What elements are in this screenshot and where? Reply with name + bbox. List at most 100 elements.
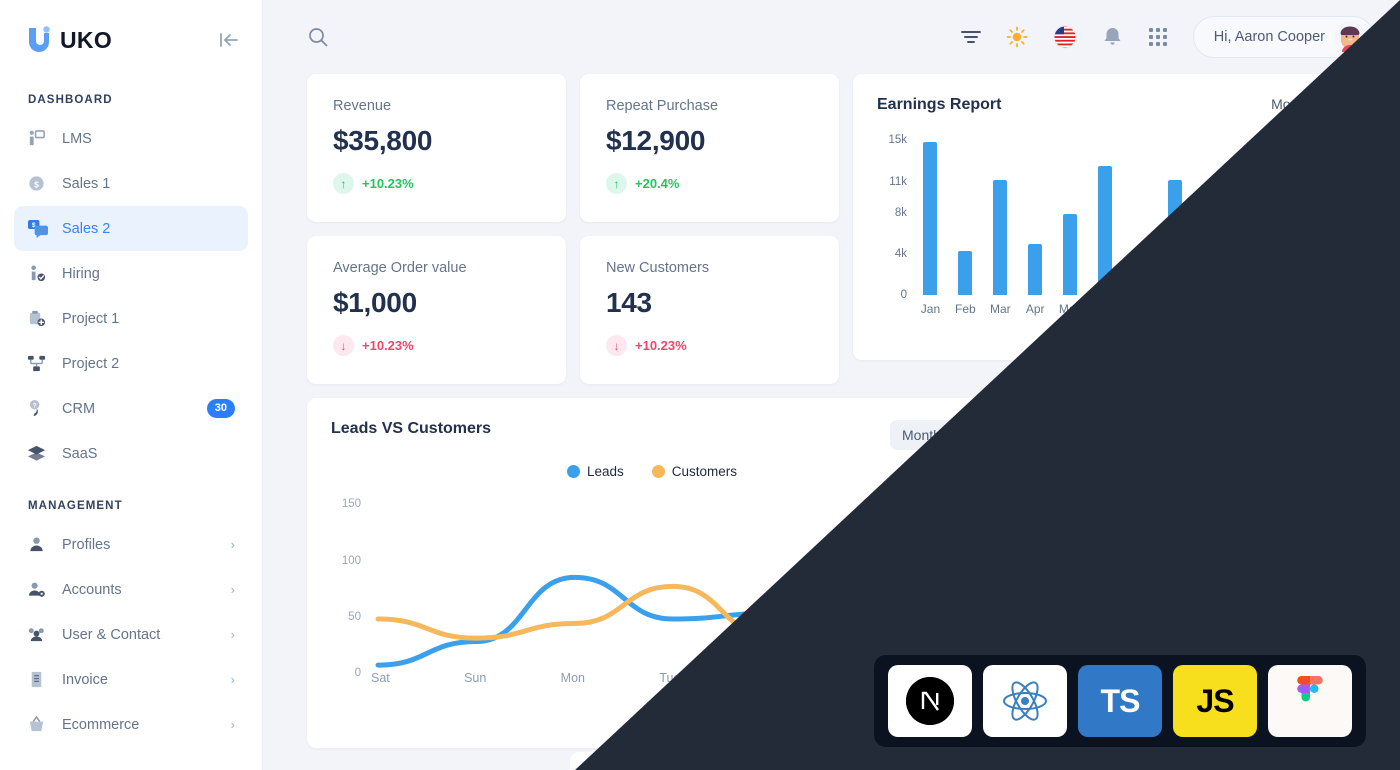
online-status-dot	[1355, 42, 1366, 53]
bar-chart-x-axis: Jan Feb Mar Apr May Jun Jul Aug Sep Oct Nov Dec	[913, 302, 1332, 316]
kpi-value: $1,000	[333, 287, 417, 318]
sidebar-item-invoice[interactable]: Invoice ›	[14, 657, 248, 702]
sidebar-badge-crm: 30	[206, 399, 235, 418]
bar-y-tick: 4k	[894, 247, 907, 260]
kpi-delta-text: +10.23%	[362, 176, 414, 191]
kpi-delta: ↑ +10.23%	[333, 173, 540, 194]
user-menu-button[interactable]: Hi, Aaron Cooper	[1192, 16, 1374, 58]
us-flag-icon[interactable]	[1053, 25, 1077, 49]
sidebar-item-crm[interactable]: ? CRM 30	[14, 386, 248, 431]
sidebar-item-project-2[interactable]: Project 2	[14, 341, 248, 386]
bar[interactable]	[1098, 166, 1113, 295]
layouts-tab-label: Layouts	[1380, 562, 1394, 610]
chevron-right-icon: ›	[230, 582, 235, 597]
bar-x-tick: May	[1058, 302, 1082, 316]
sidebar-item-label: Project 1	[62, 310, 120, 327]
bar[interactable]	[1307, 142, 1322, 295]
line-series-customers	[375, 537, 971, 641]
sidebar-item-label: Sales 2	[62, 220, 111, 237]
collapse-sidebar-icon[interactable]	[218, 31, 240, 49]
sidebar-item-lms[interactable]: LMS	[14, 116, 248, 161]
typescript-logo[interactable]: TS	[1078, 665, 1162, 737]
sidebar-item-user-contact[interactable]: User & Contact ›	[14, 612, 248, 657]
bar-slot[interactable]	[1018, 130, 1053, 295]
sidebar-item-accounts[interactable]: Accounts ›	[14, 567, 248, 612]
arrow-up-icon: ↑	[333, 173, 354, 194]
sidebar-item-label: Project 2	[62, 355, 120, 372]
bar-y-tick: 11k	[889, 175, 907, 188]
bar[interactable]	[993, 179, 1008, 295]
bar-slot[interactable]	[1053, 130, 1088, 295]
bar[interactable]	[1237, 193, 1252, 295]
figma-logo[interactable]	[1268, 665, 1352, 737]
javascript-logo[interactable]: JS	[1173, 665, 1257, 737]
apps-grid-icon[interactable]	[1148, 27, 1168, 47]
sidebar-item-label: Accounts	[62, 581, 122, 598]
sidebar-item-profiles[interactable]: Profiles ›	[14, 522, 248, 567]
bar[interactable]	[923, 142, 938, 295]
bar[interactable]	[1063, 213, 1078, 295]
legend-label: Customers	[671, 464, 738, 479]
layouts-tab-button[interactable]: Layouts	[1374, 538, 1400, 634]
line-chart-y-axis: 150 100 50 0	[331, 493, 365, 679]
bell-notification-icon[interactable]	[1102, 26, 1123, 48]
bar[interactable]	[1132, 264, 1147, 295]
bar-slot[interactable]	[1157, 130, 1192, 295]
leads-range-select[interactable]: Month ⌄	[890, 420, 973, 450]
chevron-down-icon: ⌄	[950, 428, 961, 442]
sidebar-item-ecommerce[interactable]: Ecommerce ›	[14, 702, 248, 747]
sidebar-section-dashboard-title: DASHBOARD	[28, 94, 113, 106]
earnings-report-card: Earnings Report Month 15k 11k 8k 4k 0 Jan Feb…	[853, 74, 1356, 360]
sidebar-section-management-title: MANAGEMENT	[28, 500, 123, 512]
javascript-logo-text: JS	[1196, 682, 1234, 719]
line-chart-svg	[375, 537, 971, 668]
bar[interactable]	[1167, 179, 1182, 295]
line-x-tick: Sat	[371, 671, 390, 685]
bar-slot[interactable]	[1262, 130, 1297, 295]
bar-slot[interactable]	[1088, 130, 1123, 295]
filter-lines-icon[interactable]	[960, 29, 981, 45]
bar[interactable]	[1028, 244, 1043, 295]
react-logo-mark	[1003, 681, 1047, 721]
arrow-down-icon: ↓	[333, 335, 354, 356]
bar[interactable]	[958, 250, 973, 295]
sidebar-item-hiring[interactable]: Hiring	[14, 251, 248, 296]
kpi-title: New Customers	[606, 260, 710, 276]
nextjs-logo[interactable]	[888, 665, 972, 737]
brand-name: UKO	[60, 26, 113, 53]
bar-chart-y-axis: 15k 11k 8k 4k 0	[877, 130, 907, 301]
bar-slot[interactable]	[983, 130, 1018, 295]
kpi-card-average-order-value: Average Order value $1,000 ↓ +10.23%	[307, 236, 566, 384]
bar-slot[interactable]	[1192, 130, 1227, 295]
earnings-range-select[interactable]: Month	[1271, 96, 1332, 112]
line-x-tick: Wed	[754, 671, 781, 685]
sidebar-item-saas[interactable]: SaaS	[14, 431, 248, 476]
sidebar-item-sales-1[interactable]: $ Sales 1	[14, 161, 248, 206]
legend-item-customers: Customers	[651, 464, 738, 479]
search-icon[interactable]	[307, 26, 329, 48]
bar-x-tick: Nov	[1269, 302, 1291, 316]
bar-slot[interactable]	[1227, 130, 1262, 295]
topbar-actions: Hi, Aaron Cooper	[960, 16, 1374, 58]
bar[interactable]	[1202, 213, 1217, 295]
bar-slot[interactable]	[913, 130, 948, 295]
user-group-icon	[27, 625, 53, 644]
bar[interactable]	[1272, 239, 1287, 295]
bar-x-tick: Mar	[989, 302, 1011, 316]
sidebar-item-sales-2[interactable]: $ Sales 2	[14, 206, 248, 251]
sidebar-item-label: Ecommerce	[62, 716, 140, 733]
top-row: Revenue $35,800 ↑ +10.23% Repeat Purchas…	[307, 74, 1356, 384]
leads-title: Leads VS Customers	[331, 420, 492, 437]
leads-header: Leads VS Customers Month ⌄	[331, 420, 973, 450]
sidebar-item-label: Invoice	[62, 671, 108, 688]
bar-slot[interactable]	[1297, 130, 1332, 295]
kpi-value: $12,900	[606, 125, 706, 156]
sidebar: UKO DASHBOARD LMS $ Sales 1 $ Sales 2 Hi…	[0, 0, 263, 770]
leads-range-label: Month	[902, 427, 941, 443]
sun-theme-icon[interactable]	[1006, 26, 1028, 48]
bar-slot[interactable]	[948, 130, 983, 295]
sidebar-item-project-1[interactable]: Project 1	[14, 296, 248, 341]
brand[interactable]: UKO	[25, 25, 112, 55]
bar-slot[interactable]	[1123, 130, 1158, 295]
react-logo[interactable]	[983, 665, 1067, 737]
